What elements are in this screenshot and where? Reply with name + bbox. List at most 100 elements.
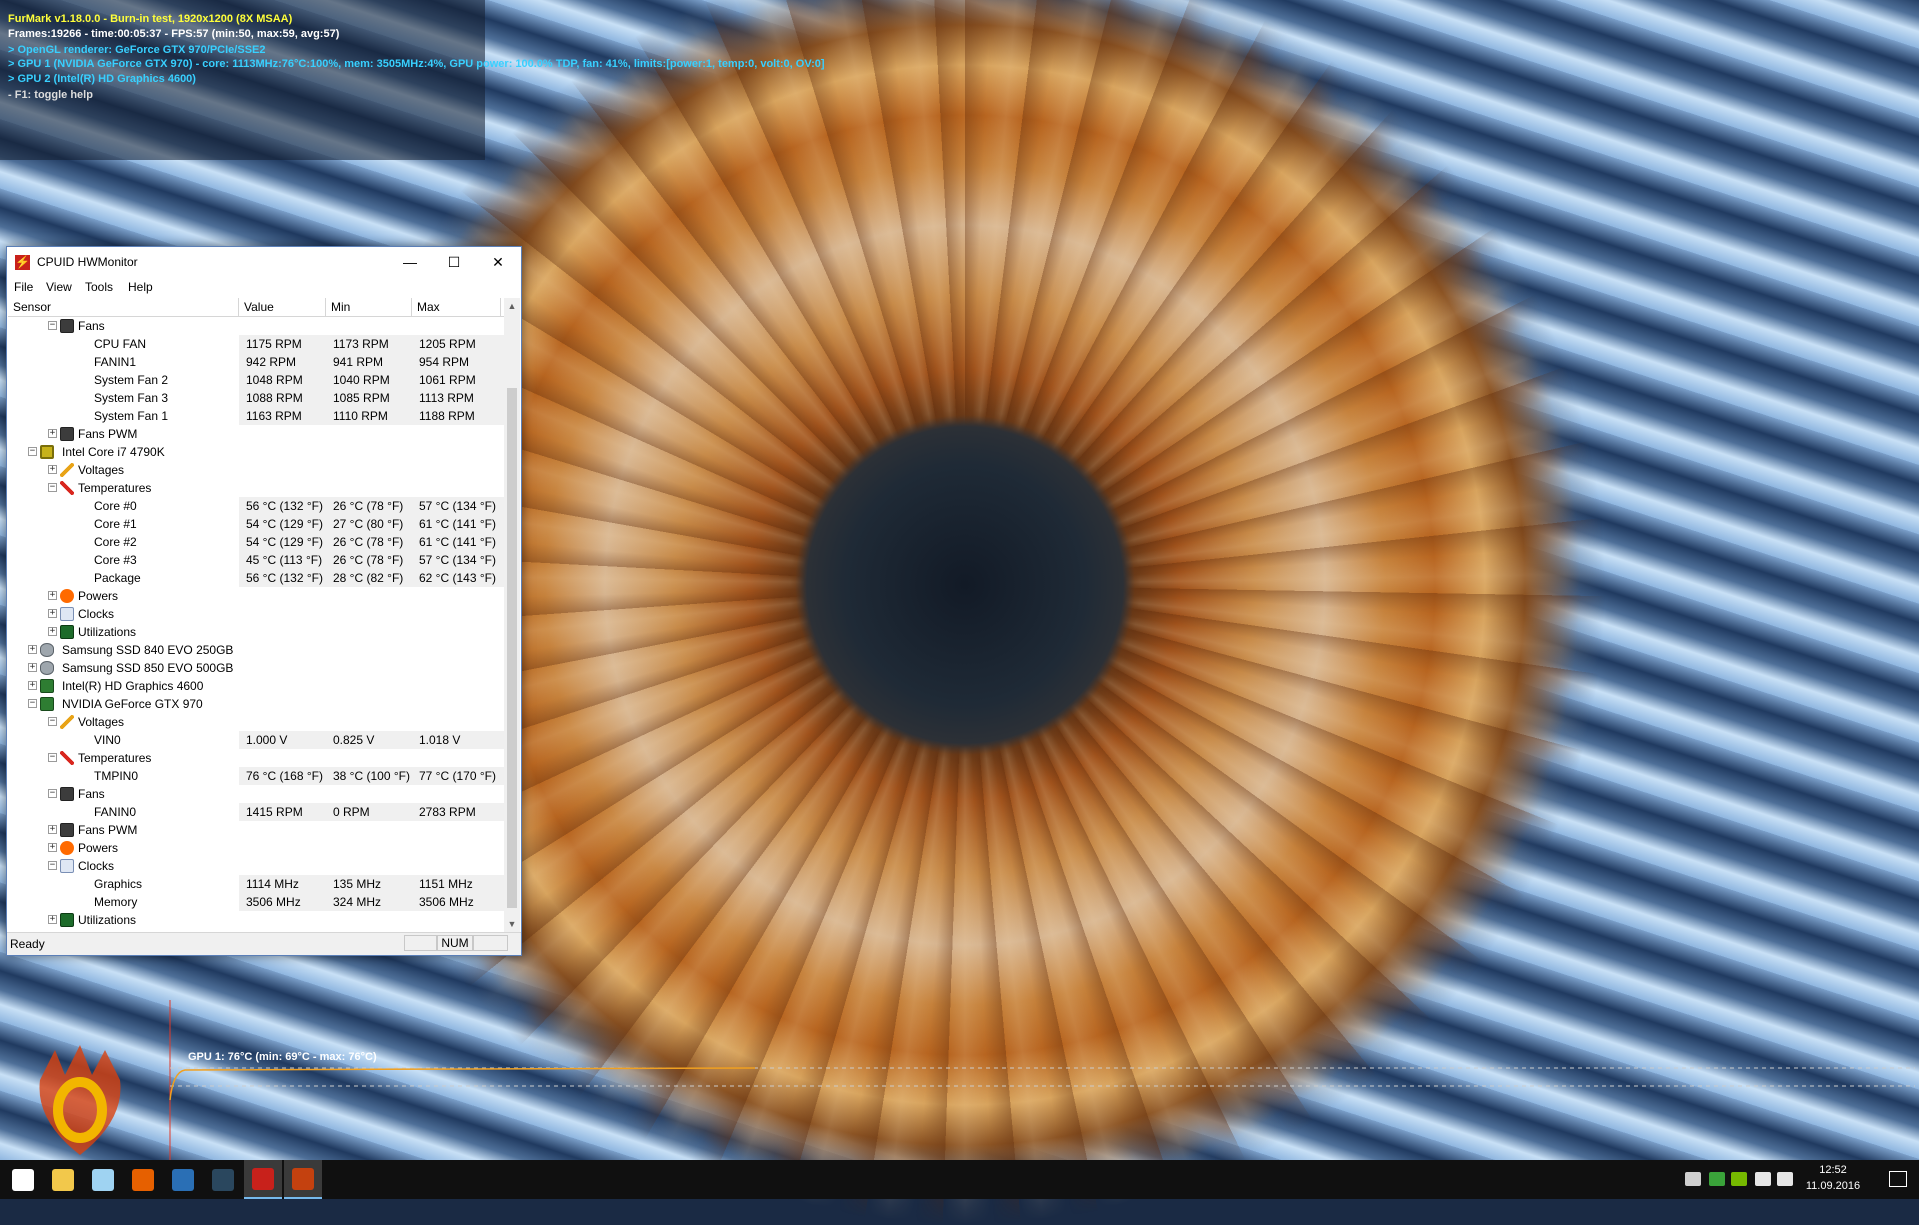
people-icon[interactable]: [1685, 1172, 1701, 1186]
temp-icon: [60, 481, 74, 495]
taskbar-notepad-button[interactable]: [84, 1160, 122, 1199]
collapse-icon[interactable]: −: [28, 699, 37, 708]
clock-time[interactable]: 12:52: [1803, 1164, 1863, 1176]
expand-icon[interactable]: +: [48, 825, 57, 834]
fan-icon: [60, 787, 74, 801]
column-sensor[interactable]: Sensor: [8, 298, 239, 316]
tree-node-row[interactable]: − Voltages: [8, 713, 504, 731]
tree-node-row[interactable]: + Powers: [8, 839, 504, 857]
expand-icon[interactable]: +: [48, 429, 57, 438]
title-bar[interactable]: ⚡ CPUID HWMonitor — ☐ ✕: [7, 247, 521, 277]
sensor-row[interactable]: Graphics 1114 MHz 135 MHz 1151 MHz: [8, 875, 504, 893]
taskbar-furmark-button[interactable]: [284, 1160, 322, 1199]
taskbar-steam-button[interactable]: [204, 1160, 242, 1199]
expand-icon[interactable]: +: [28, 663, 37, 672]
network-icon[interactable]: [1755, 1172, 1771, 1186]
volume-icon[interactable]: [1777, 1172, 1793, 1186]
hwmonitor-window[interactable]: ⚡ CPUID HWMonitor — ☐ ✕ File View Tools …: [6, 246, 522, 956]
sensor-row[interactable]: Core #2 54 °C (129 °F) 26 °C (78 °F) 61 °C …: [8, 533, 504, 551]
battery-icon[interactable]: [1709, 1172, 1725, 1186]
column-value[interactable]: Value: [239, 298, 326, 316]
taskbar-thunderbird-button[interactable]: [164, 1160, 202, 1199]
sensor-label: Core #1: [94, 517, 137, 531]
sensor-row[interactable]: VIN0 1.000 V 0.825 V 1.018 V: [8, 731, 504, 749]
expand-icon[interactable]: +: [48, 627, 57, 636]
vertical-scrollbar[interactable]: ▲ ▼: [504, 298, 520, 932]
collapse-icon[interactable]: −: [48, 861, 57, 870]
collapse-icon[interactable]: −: [48, 753, 57, 762]
collapse-icon[interactable]: −: [48, 789, 57, 798]
tree-node-row[interactable]: − Temperatures: [8, 479, 504, 497]
expand-icon[interactable]: +: [48, 609, 57, 618]
tree-node-row[interactable]: + Utilizations: [8, 911, 504, 929]
expand-icon[interactable]: +: [48, 465, 57, 474]
tree-node-row[interactable]: − Fans: [8, 785, 504, 803]
fan-icon: [60, 823, 74, 837]
collapse-icon[interactable]: −: [48, 717, 57, 726]
taskbar-file-explorer-button[interactable]: [44, 1160, 82, 1199]
sensor-row[interactable]: System Fan 3 1088 RPM 1085 RPM 1113 RPM: [8, 389, 504, 407]
taskbar-firefox-button[interactable]: [124, 1160, 162, 1199]
sensor-row[interactable]: Memory 3506 MHz 324 MHz 3506 MHz: [8, 893, 504, 911]
expand-icon[interactable]: +: [28, 681, 37, 690]
sensor-row[interactable]: FANIN0 1415 RPM 0 RPM 2783 RPM: [8, 803, 504, 821]
sensor-row[interactable]: System Fan 2 1048 RPM 1040 RPM 1061 RPM: [8, 371, 504, 389]
tree-node-row[interactable]: + Samsung SSD 840 EVO 250GB: [8, 641, 504, 659]
sensor-row[interactable]: TMPIN0 76 °C (168 °F) 38 °C (100 °F) 77 °C …: [8, 767, 504, 785]
menu-help[interactable]: Help: [128, 280, 153, 294]
osd-gpu2: > GPU 2 (Intel(R) HD Graphics 4600): [8, 73, 196, 85]
expand-icon[interactable]: +: [48, 591, 57, 600]
sensor-label: Powers: [78, 841, 119, 855]
sensor-max: 1113 RPM: [419, 391, 474, 405]
minimize-button[interactable]: —: [388, 247, 432, 277]
clock-date[interactable]: 11.09.2016: [1803, 1180, 1863, 1192]
menu-view[interactable]: View: [46, 280, 72, 294]
sensor-row[interactable]: Core #0 56 °C (132 °F) 26 °C (78 °F) 57 °C …: [8, 497, 504, 515]
menu-tools[interactable]: Tools: [85, 280, 113, 294]
firefox-icon: [132, 1168, 154, 1191]
expand-icon[interactable]: +: [48, 843, 57, 852]
scroll-thumb[interactable]: [507, 388, 517, 908]
sensor-row[interactable]: Core #1 54 °C (129 °F) 27 °C (80 °F) 61 °C …: [8, 515, 504, 533]
tree-node-row[interactable]: − NVIDIA GeForce GTX 970: [8, 695, 504, 713]
tree-node-row[interactable]: + Voltages: [8, 461, 504, 479]
collapse-icon[interactable]: −: [28, 447, 37, 456]
taskbar-hwmonitor-button[interactable]: [244, 1160, 282, 1199]
taskbar-start-button[interactable]: [4, 1160, 42, 1199]
sensor-row[interactable]: Core #3 45 °C (113 °F) 26 °C (78 °F) 57 °C …: [8, 551, 504, 569]
maximize-button[interactable]: ☐: [432, 247, 476, 277]
expand-icon[interactable]: +: [28, 645, 37, 654]
tree-node-row[interactable]: + Utilizations: [8, 623, 504, 641]
sensor-max: 77 °C (170 °F): [419, 769, 496, 783]
sensor-label: System Fan 1: [94, 409, 169, 423]
sensor-row[interactable]: Package 56 °C (132 °F) 28 °C (82 °F) 62 °C …: [8, 569, 504, 587]
scroll-up-icon[interactable]: ▲: [504, 298, 520, 314]
sensor-row[interactable]: CPU FAN 1175 RPM 1173 RPM 1205 RPM: [8, 335, 504, 353]
sensor-row[interactable]: System Fan 1 1163 RPM 1110 RPM 1188 RPM: [8, 407, 504, 425]
notepad-icon: [92, 1168, 114, 1191]
sensor-tree-list[interactable]: Sensor Value Min Max − Fans CPU FAN 1175 RP…: [8, 298, 520, 932]
tree-node-row[interactable]: + Powers: [8, 587, 504, 605]
nvidia-icon[interactable]: [1731, 1172, 1747, 1186]
tree-node-row[interactable]: + Clocks: [8, 605, 504, 623]
tree-node-row[interactable]: − Clocks: [8, 857, 504, 875]
column-min[interactable]: Min: [326, 298, 412, 316]
tree-node-row[interactable]: + Samsung SSD 850 EVO 500GB: [8, 659, 504, 677]
tree-node-row[interactable]: − Temperatures: [8, 749, 504, 767]
column-max[interactable]: Max: [412, 298, 501, 316]
tree-node-row[interactable]: + Fans PWM: [8, 821, 504, 839]
close-button[interactable]: ✕: [476, 247, 520, 277]
expand-icon[interactable]: +: [48, 915, 57, 924]
scroll-down-icon[interactable]: ▼: [504, 916, 520, 932]
tree-node-row[interactable]: − Intel Core i7 4790K: [8, 443, 504, 461]
sensor-row[interactable]: FANIN1 942 RPM 941 RPM 954 RPM: [8, 353, 504, 371]
sensor-max: 1205 RPM: [419, 337, 476, 351]
sensor-min: 38 °C (100 °F): [333, 769, 410, 783]
collapse-icon[interactable]: −: [48, 321, 57, 330]
tree-node-row[interactable]: + Fans PWM: [8, 425, 504, 443]
notification-center-icon[interactable]: [1889, 1171, 1907, 1187]
collapse-icon[interactable]: −: [48, 483, 57, 492]
tree-node-row[interactable]: + Intel(R) HD Graphics 4600: [8, 677, 504, 695]
tree-node-row[interactable]: − Fans: [8, 317, 504, 335]
menu-file[interactable]: File: [14, 280, 33, 294]
